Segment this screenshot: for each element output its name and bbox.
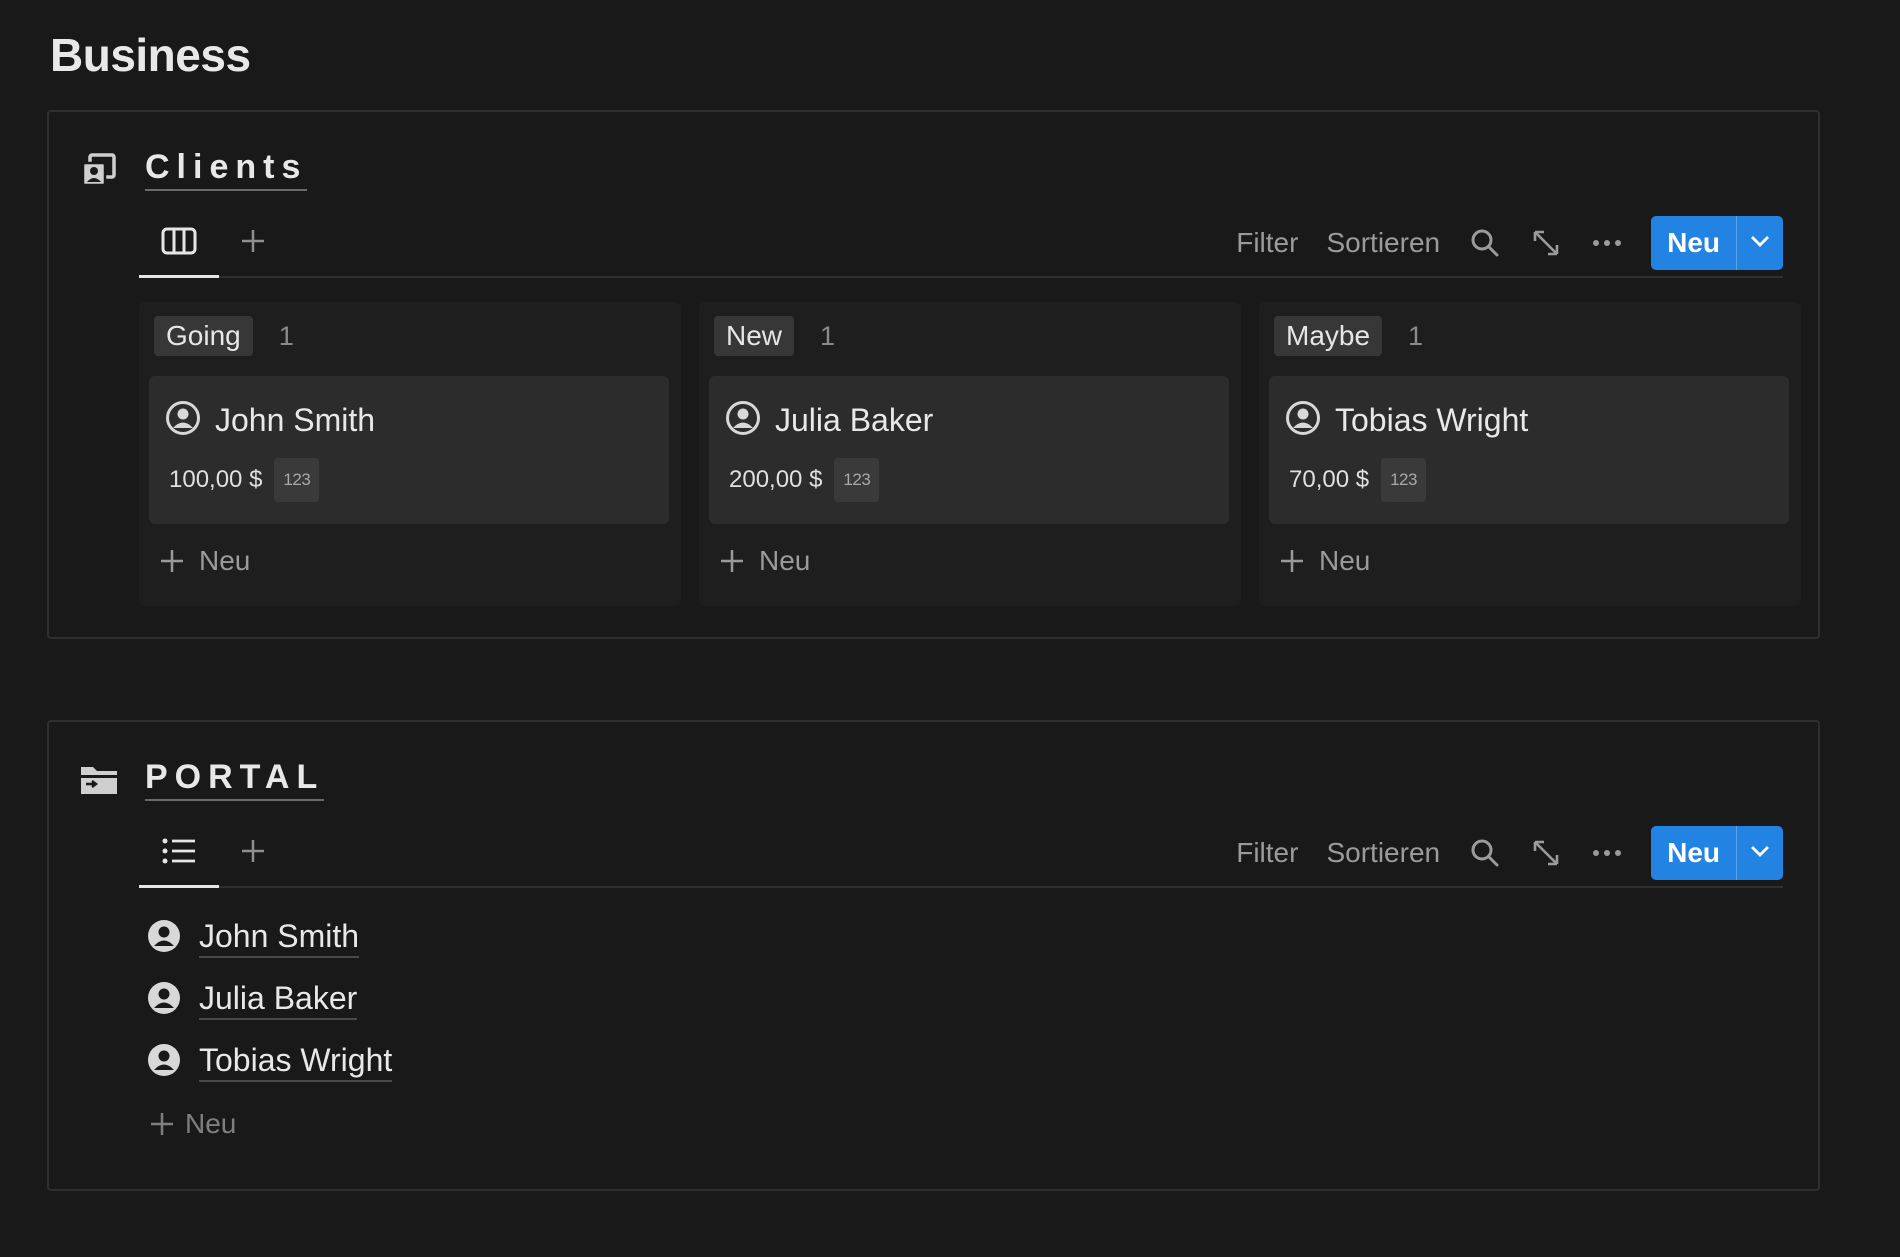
status-tag[interactable]: Maybe — [1274, 316, 1383, 356]
number-badge: 123 — [1381, 458, 1426, 502]
number-badge: 123 — [834, 458, 880, 502]
add-card-button[interactable]: Neu — [159, 545, 250, 577]
user-circle-icon — [147, 981, 181, 1020]
portal-database: PORTAL Filter Sortieren Neu John Smith J… — [47, 720, 1820, 1191]
search-icon[interactable] — [1468, 226, 1502, 260]
card-price: 200,00 $ — [729, 466, 823, 493]
column-count: 1 — [278, 320, 294, 351]
add-item-label: Neu — [185, 1108, 237, 1139]
plus-icon — [719, 548, 745, 574]
client-card[interactable]: Julia Baker 200,00 $ 123 — [709, 376, 1229, 524]
column-header: New 1 — [714, 316, 835, 356]
user-circle-icon — [1285, 400, 1321, 441]
user-circle-icon — [147, 1043, 181, 1082]
card-name: Julia Baker — [775, 402, 934, 438]
user-circle-icon — [147, 919, 181, 958]
contacts-icon — [79, 150, 119, 190]
new-button-group: Neu — [1651, 826, 1783, 880]
folder-icon — [79, 760, 119, 800]
add-item-button[interactable]: Neu — [147, 1093, 392, 1155]
clients-header: Clients — [79, 148, 308, 191]
client-card[interactable]: Tobias Wright 70,00 $ 123 — [1269, 376, 1789, 524]
board-view-icon — [161, 227, 197, 260]
page-title: Business — [50, 29, 251, 81]
expand-icon[interactable] — [1529, 226, 1563, 260]
new-button[interactable]: Neu — [1651, 216, 1736, 270]
list-item[interactable]: Julia Baker — [147, 969, 392, 1031]
portal-header: PORTAL — [79, 758, 325, 801]
add-card-label: Neu — [1319, 545, 1371, 576]
card-name: John Smith — [215, 402, 376, 438]
add-card-button[interactable]: Neu — [719, 545, 810, 577]
card-price: 70,00 $ — [1289, 466, 1370, 493]
card-property: 100,00 $ 123 — [169, 458, 320, 502]
plus-icon — [159, 548, 185, 574]
number-badge: 123 — [274, 458, 320, 502]
list-item-name[interactable]: John Smith — [199, 918, 360, 958]
board-column: New 1 Julia Baker 200,00 $ 123 Neu — [699, 302, 1241, 606]
filter-button[interactable]: Filter — [1236, 837, 1298, 869]
list-item-name[interactable]: Julia Baker — [199, 980, 358, 1020]
card-price: 100,00 $ — [169, 466, 263, 493]
client-card[interactable]: John Smith 100,00 $ 123 — [149, 376, 669, 524]
add-card-label: Neu — [199, 545, 251, 576]
list-item-name[interactable]: Tobias Wright — [199, 1042, 393, 1082]
filter-button[interactable]: Filter — [1236, 227, 1298, 259]
sort-button[interactable]: Sortieren — [1326, 837, 1440, 869]
more-icon[interactable] — [1590, 836, 1624, 870]
sort-button[interactable]: Sortieren — [1326, 227, 1440, 259]
portal-title[interactable]: PORTAL — [145, 758, 325, 801]
add-card-button[interactable]: Neu — [1279, 545, 1370, 577]
column-count: 1 — [820, 320, 836, 351]
new-dropdown-button[interactable] — [1736, 826, 1783, 880]
expand-icon[interactable] — [1529, 836, 1563, 870]
board-view-tab[interactable] — [139, 212, 219, 278]
clients-title[interactable]: Clients — [145, 148, 308, 191]
card-title: Tobias Wright — [1285, 400, 1528, 441]
more-icon[interactable] — [1590, 226, 1624, 260]
clients-toolbar: Filter Sortieren Neu — [1236, 216, 1783, 270]
list-item[interactable]: John Smith — [147, 907, 392, 969]
add-view-button[interactable] — [231, 820, 275, 886]
list-item[interactable]: Tobias Wright — [147, 1031, 393, 1093]
add-card-label: Neu — [759, 545, 811, 576]
user-circle-icon — [165, 400, 201, 441]
column-count: 1 — [1408, 320, 1424, 351]
chevron-down-icon — [1750, 844, 1770, 862]
chevron-down-icon — [1750, 234, 1770, 252]
plus-icon — [149, 1111, 175, 1137]
user-circle-icon — [725, 400, 761, 441]
search-icon[interactable] — [1468, 836, 1502, 870]
new-dropdown-button[interactable] — [1736, 216, 1783, 270]
column-header: Going 1 — [154, 316, 294, 356]
clients-view-bar: Filter Sortieren Neu — [139, 210, 1783, 278]
add-view-button[interactable] — [231, 210, 275, 276]
new-button-group: Neu — [1651, 216, 1783, 270]
card-property: 200,00 $ 123 — [729, 458, 880, 502]
list-view-tab[interactable] — [139, 822, 219, 888]
plus-icon — [240, 228, 266, 259]
portal-list: John Smith Julia Baker Tobias Wright Neu — [147, 907, 393, 1155]
card-property: 70,00 $ 123 — [1289, 458, 1426, 502]
status-tag[interactable]: New — [714, 316, 795, 356]
board-column: Maybe 1 Tobias Wright 70,00 $ 123 Neu — [1259, 302, 1801, 606]
board-column: Going 1 John Smith 100,00 $ 123 Neu — [139, 302, 681, 606]
plus-icon — [1279, 548, 1305, 574]
new-button[interactable]: Neu — [1651, 826, 1736, 880]
clients-database: Clients Filter Sortieren Neu Going 1 Joh… — [47, 110, 1820, 639]
card-title: Julia Baker — [725, 400, 933, 441]
column-header: Maybe 1 — [1274, 316, 1423, 356]
portal-toolbar: Filter Sortieren Neu — [1236, 826, 1783, 880]
portal-view-bar: Filter Sortieren Neu — [139, 820, 1783, 888]
list-view-icon — [162, 838, 196, 869]
card-name: Tobias Wright — [1335, 402, 1529, 438]
status-tag[interactable]: Going — [154, 316, 253, 356]
kanban-board: Going 1 John Smith 100,00 $ 123 Neu New … — [139, 302, 1801, 606]
plus-icon — [240, 838, 266, 869]
card-title: John Smith — [165, 400, 375, 441]
